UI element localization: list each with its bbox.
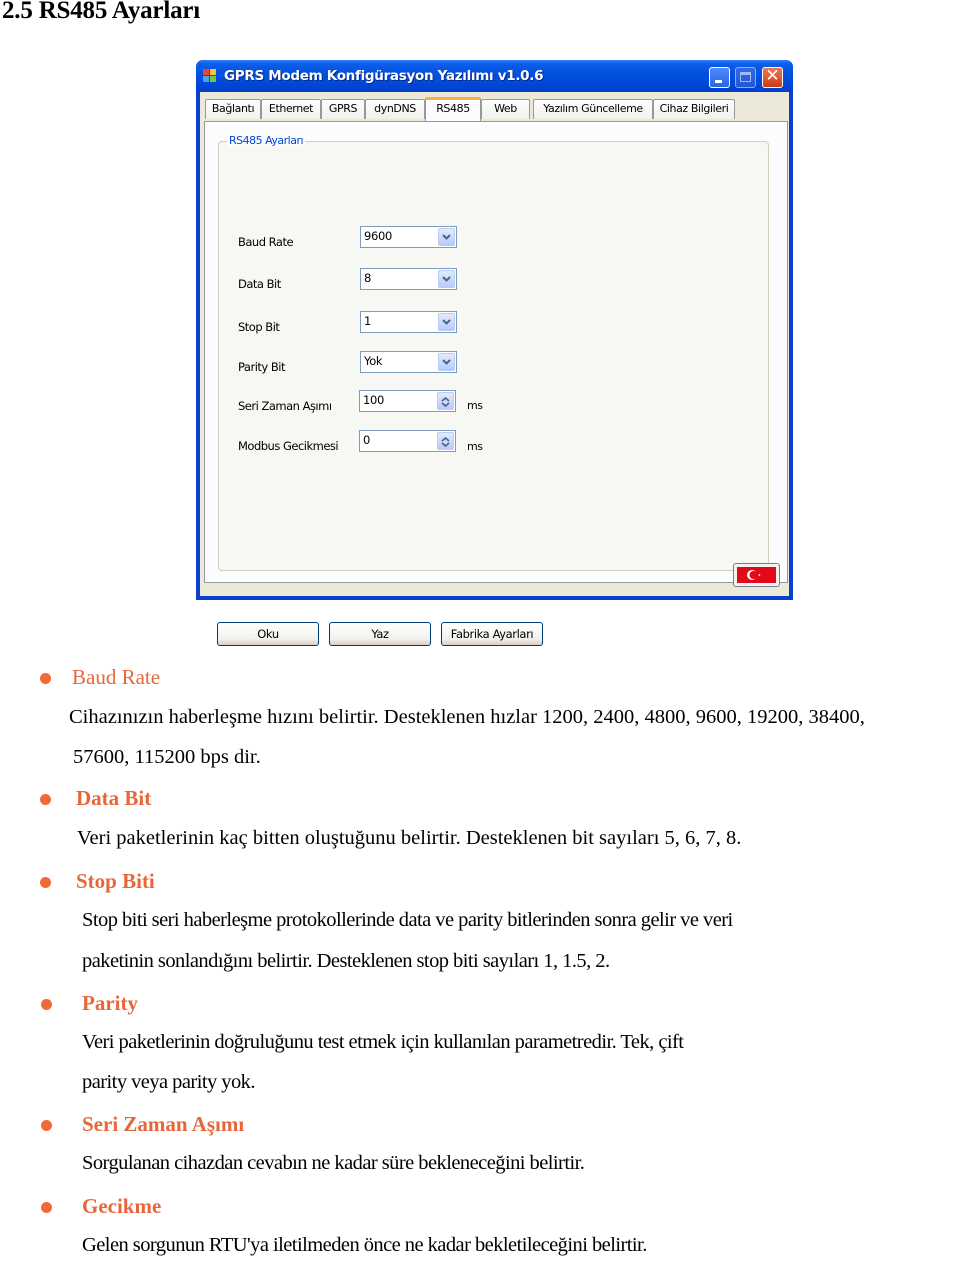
- section-text-parity-2: parity veya parity yok.: [82, 1071, 255, 1093]
- serial-timeout-unit: ms: [467, 399, 483, 412]
- section-heading-baud-rate: Baud Rate: [72, 665, 161, 689]
- parity-bit-select[interactable]: Yok: [360, 351, 457, 373]
- stop-bit-label: Stop Bit: [238, 320, 280, 334]
- data-bit-label: Data Bit: [238, 277, 281, 291]
- bullet-icon: [41, 999, 52, 1010]
- chevron-down-icon[interactable]: [438, 270, 455, 288]
- bullet-icon: [41, 1120, 52, 1131]
- section-heading-seri-zaman-asimi: Seri Zaman Aşımı: [82, 1112, 245, 1136]
- window-title: GPRS Modem Konfigürasyon Yazılımı v1.0.6: [224, 68, 544, 84]
- section-text-stop-biti-2: paketinin sonlandığını belirtir. Destekl…: [82, 950, 610, 972]
- language-button[interactable]: [733, 563, 780, 587]
- section-text-data-bit: Veri paketlerinin kaç bitten oluştuğunu …: [77, 827, 742, 849]
- section-text-stop-biti-1: Stop biti seri haberleşme protokollerind…: [82, 909, 733, 931]
- serial-timeout-label: Seri Zaman Aşımı: [238, 399, 332, 413]
- tab-cihaz-bilgileri[interactable]: Cihaz Bilgileri: [653, 99, 735, 119]
- serial-timeout-spinner[interactable]: 100: [359, 390, 456, 412]
- modbus-delay-label: Modbus Gecikmesi: [238, 439, 339, 453]
- stop-bit-value: 1: [364, 314, 372, 328]
- minimize-icon: [715, 80, 722, 83]
- bullet-icon: [40, 794, 51, 805]
- tab-web[interactable]: Web: [481, 99, 530, 119]
- parity-bit-label: Parity Bit: [238, 360, 285, 374]
- modbus-delay-unit: ms: [467, 440, 483, 453]
- baud-rate-value: 9600: [364, 229, 393, 243]
- tab-rs485[interactable]: RS485: [425, 97, 481, 121]
- rs485-settings-group: RS485 Ayarları: [218, 134, 769, 571]
- minimize-button[interactable]: [709, 67, 730, 88]
- baud-rate-label: Baud Rate: [238, 235, 294, 249]
- write-button[interactable]: Yaz: [329, 622, 431, 646]
- spinner-updown-icon[interactable]: [437, 432, 454, 450]
- section-text-parity-1: Veri paketlerinin doğruluğunu test etmek…: [82, 1031, 684, 1053]
- modbus-delay-value: 0: [363, 433, 371, 447]
- maximize-button: [735, 67, 756, 88]
- page-title: 2.5 RS485 Ayarları: [2, 0, 201, 24]
- tab-ethernet[interactable]: Ethernet: [261, 99, 321, 119]
- maximize-icon: [740, 72, 751, 82]
- group-title: RS485 Ayarları: [227, 134, 306, 147]
- serial-timeout-value: 100: [363, 393, 385, 407]
- tab-dyndns[interactable]: dynDNS: [365, 99, 425, 119]
- tab-baglanti[interactable]: Bağlantı: [205, 99, 261, 119]
- spinner-updown-icon[interactable]: [437, 392, 454, 410]
- section-heading-stop-biti: Stop Biti: [76, 869, 155, 893]
- chevron-down-icon[interactable]: [438, 353, 455, 371]
- section-text-baud-rate-1: Cihazınızın haberleşme hızını belirtir. …: [69, 706, 865, 728]
- section-text-seri-zaman-asimi: Sorgulanan cihazdan cevabın ne kadar sür…: [82, 1152, 585, 1174]
- baud-rate-select[interactable]: 9600: [360, 226, 457, 248]
- turkey-flag-icon: [737, 567, 776, 583]
- section-heading-parity: Parity: [82, 991, 138, 1015]
- bullet-icon: [41, 1202, 52, 1213]
- data-bit-select[interactable]: 8: [360, 268, 457, 290]
- close-icon: ✕: [765, 66, 780, 86]
- app-window: GPRS Modem Konfigürasyon Yazılımı v1.0.6…: [196, 60, 793, 646]
- factory-settings-button[interactable]: Fabrika Ayarları: [441, 622, 543, 646]
- modbus-delay-spinner[interactable]: 0: [359, 430, 456, 452]
- bullet-icon: [40, 673, 51, 684]
- chevron-down-icon[interactable]: [438, 228, 455, 246]
- section-heading-data-bit: Data Bit: [76, 786, 152, 810]
- app-icon: [203, 69, 217, 83]
- tab-gprs[interactable]: GPRS: [321, 99, 365, 119]
- window-client: Bağlantı Ethernet GPRS dynDNS RS485 Web …: [200, 92, 789, 646]
- close-button[interactable]: ✕: [762, 66, 783, 88]
- read-button[interactable]: Oku: [217, 622, 319, 646]
- section-text-gecikme: Gelen sorgunun RTU'ya iletilmeden önce n…: [82, 1234, 647, 1256]
- section-text-baud-rate-2: 57600, 115200 bps dir.: [73, 746, 261, 768]
- stop-bit-select[interactable]: 1: [360, 311, 457, 333]
- data-bit-value: 8: [364, 271, 372, 285]
- chevron-down-icon[interactable]: [438, 313, 455, 331]
- bullet-icon: [40, 877, 51, 888]
- tab-yazilim-guncelleme[interactable]: Yazılım Güncelleme: [533, 99, 653, 119]
- parity-bit-value: Yok: [364, 354, 383, 368]
- section-heading-gecikme: Gecikme: [82, 1194, 162, 1218]
- title-bar[interactable]: GPRS Modem Konfigürasyon Yazılımı v1.0.6…: [196, 60, 793, 92]
